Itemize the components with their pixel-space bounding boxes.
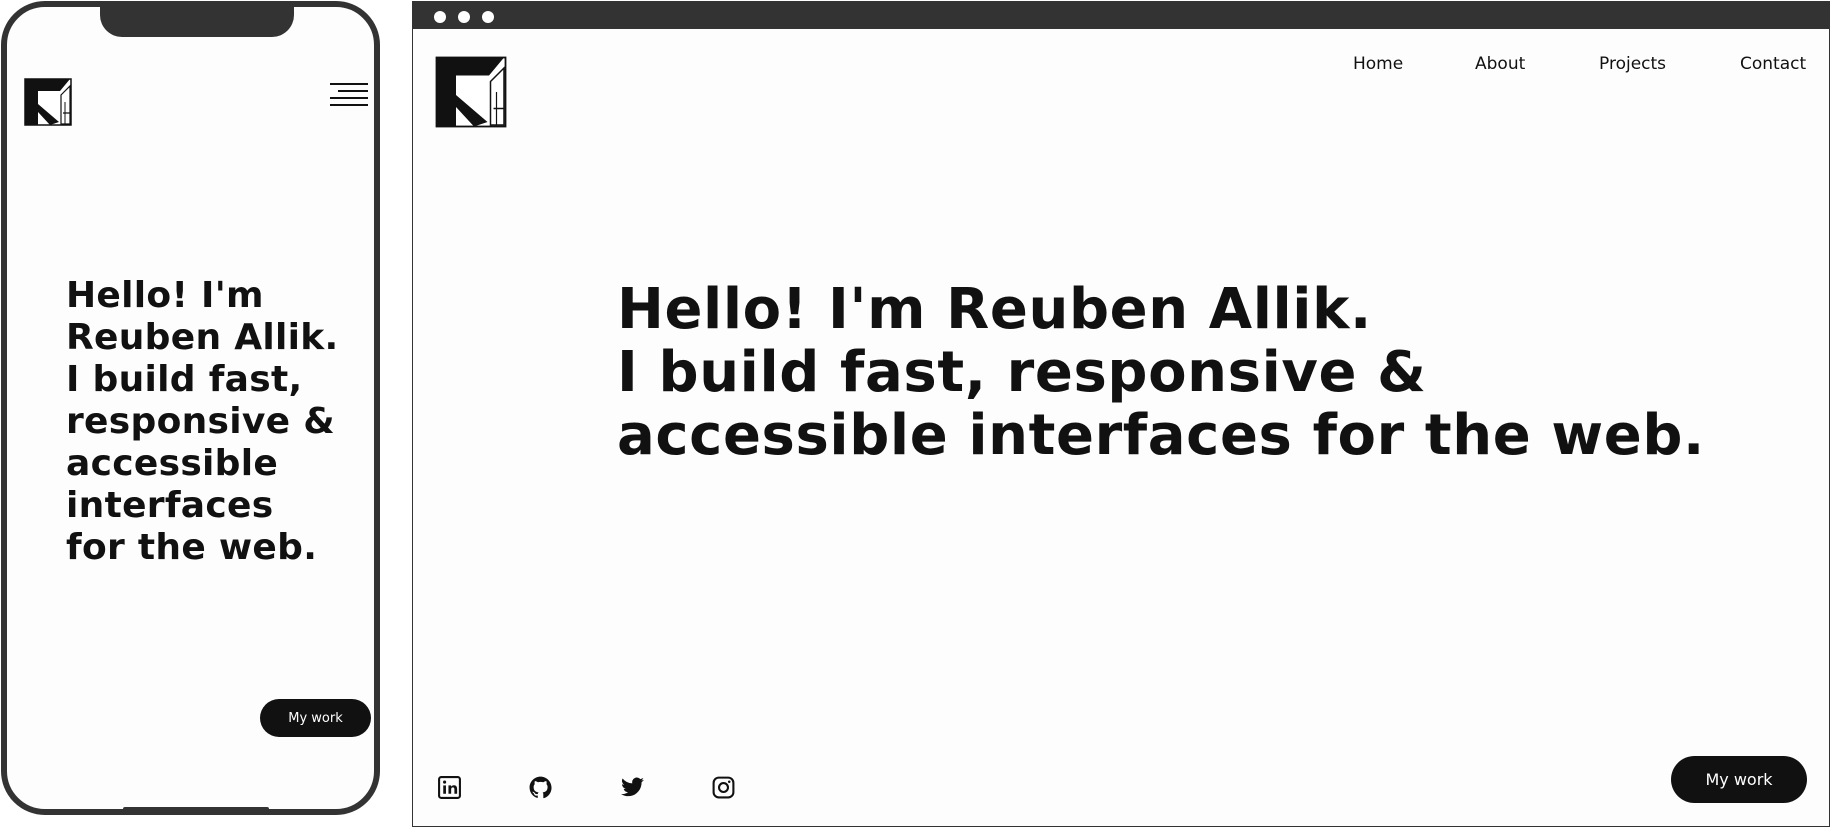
hero-line: accessible interfaces for the web. xyxy=(617,403,1705,468)
instagram-icon[interactable] xyxy=(711,775,736,800)
hero-line: I build fast, xyxy=(66,359,303,400)
nav-projects[interactable]: Projects xyxy=(1599,54,1666,78)
hero-line: accessible xyxy=(66,443,279,484)
ra-monogram-logo-icon xyxy=(24,78,72,126)
window-dot-icon xyxy=(458,11,470,23)
nav-home[interactable]: Home xyxy=(1353,54,1403,78)
hero-heading-mobile: Hello! I'm Reuben Allik. I build fast, r… xyxy=(66,275,346,569)
logo-icon[interactable] xyxy=(435,56,507,128)
phone-mockup: Hello! I'm Reuben Allik. I build fast, r… xyxy=(1,1,380,815)
nav-contact[interactable]: Contact xyxy=(1740,54,1806,78)
hero-line: responsive & xyxy=(66,401,335,442)
phone-notch xyxy=(100,7,294,37)
hero-heading: Hello! I'm Reuben Allik. I build fast, r… xyxy=(617,278,1747,467)
my-work-button[interactable]: My work xyxy=(1671,756,1807,803)
hero-line: I build fast, responsive & xyxy=(617,340,1427,405)
hero-line: Hello! I'm xyxy=(66,275,264,316)
ra-monogram-logo-icon xyxy=(435,56,507,128)
window-dot-icon xyxy=(482,11,494,23)
browser-mockup: Home About Projects Contact Hello! I'm R… xyxy=(412,1,1830,827)
hero-line: Reuben Allik. xyxy=(66,317,339,358)
github-icon[interactable] xyxy=(528,775,553,800)
my-work-button[interactable]: My work xyxy=(260,699,371,737)
nav-about[interactable]: About xyxy=(1475,54,1525,78)
linkedin-icon[interactable] xyxy=(437,775,462,800)
hamburger-menu-icon[interactable] xyxy=(330,81,368,111)
hero-line: for the web. xyxy=(66,527,318,568)
home-indicator-bar xyxy=(123,807,269,809)
logo-icon[interactable] xyxy=(24,78,72,126)
hero-line: Hello! I'm Reuben Allik. xyxy=(617,277,1372,342)
window-dot-icon xyxy=(434,11,446,23)
hero-line: interfaces xyxy=(66,485,274,526)
twitter-icon[interactable] xyxy=(620,775,645,800)
browser-title-bar xyxy=(413,2,1829,29)
